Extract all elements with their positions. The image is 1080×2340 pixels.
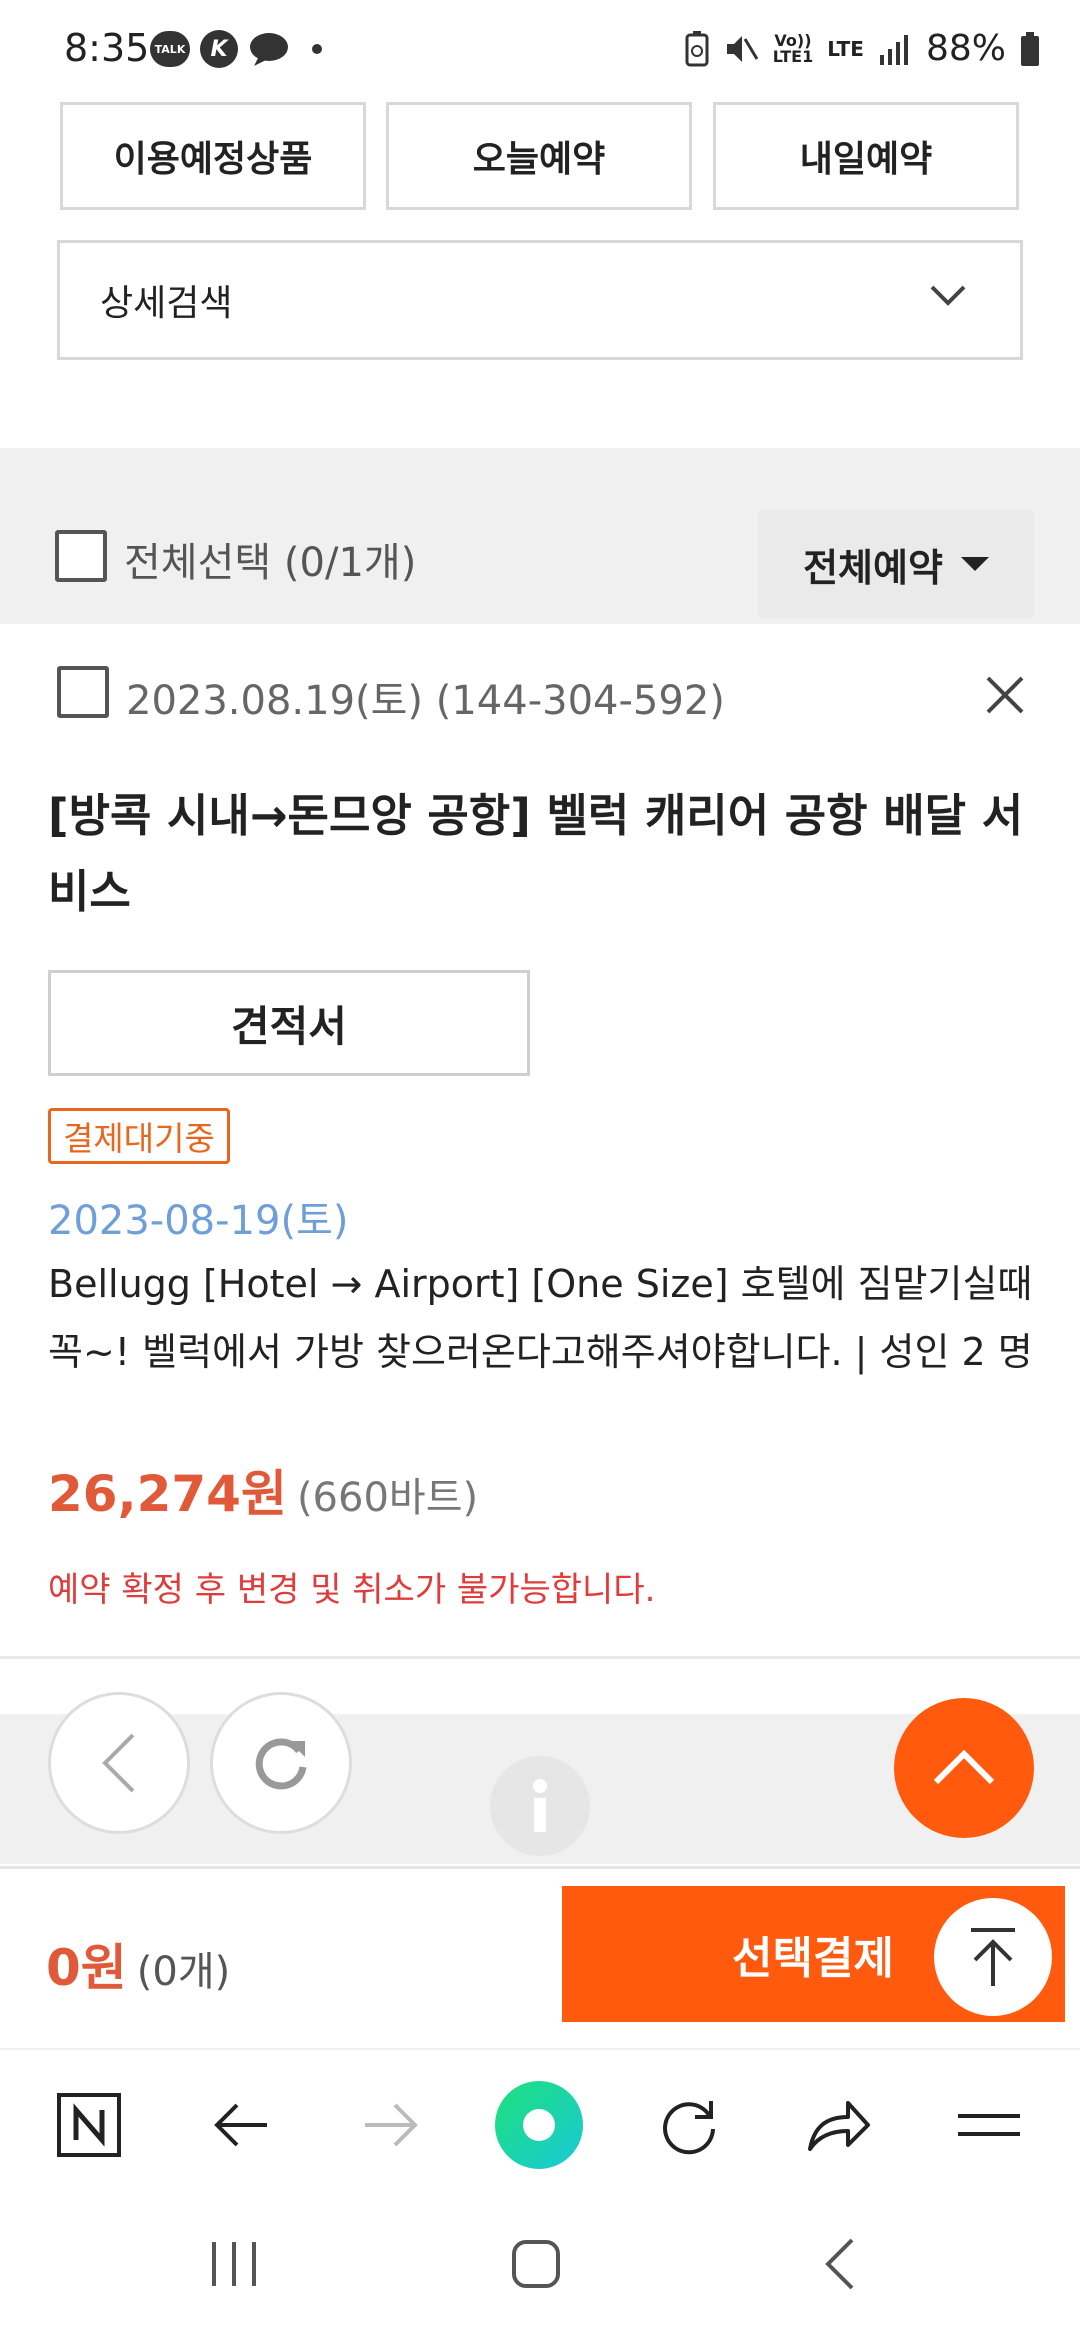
filter-today-button[interactable]: 오늘예약: [386, 102, 692, 210]
back-arrow-icon: [214, 2103, 267, 2147]
caret-down-icon: [960, 557, 989, 571]
recent-apps-button[interactable]: [206, 2238, 262, 2294]
reservation-filter-label: 전체예약: [803, 545, 943, 590]
page-refresh-button[interactable]: [210, 1692, 352, 1834]
info-icon: [533, 1779, 547, 1832]
chat-bubble-icon: [250, 33, 288, 66]
naver-n-icon: [57, 2093, 121, 2157]
usage-date: 2023-08-19(토): [48, 1198, 349, 1244]
status-bar: 8:35 TALK K Vo)) LTE1 LTE 88%: [0, 0, 1080, 100]
item-description: Bellugg [Hotel → Airport] [One Size] 호텔에…: [48, 1262, 1033, 1374]
arrow-up-to-top-icon: [971, 1928, 1015, 1986]
notification-icons: TALK K: [150, 30, 322, 68]
select-all-checkbox[interactable]: [55, 530, 107, 582]
system-status: Vo)) LTE1 LTE 88%: [685, 28, 1040, 69]
back-icon: [825, 2238, 854, 2290]
battery-icon: [1021, 31, 1039, 66]
cancel-notice: 예약 확정 후 변경 및 취소가 불가능합니다.: [48, 1570, 656, 1610]
scroll-to-top-button[interactable]: [934, 1898, 1052, 2016]
filter-tomorrow-button[interactable]: 내일예약: [713, 102, 1019, 210]
total-summary: 0원 (0개): [46, 1928, 230, 2000]
mute-icon: [726, 35, 758, 62]
share-icon: [808, 2101, 870, 2151]
price-line: 26,274원 (660바트): [48, 1454, 478, 1526]
page-back-button[interactable]: [48, 1692, 190, 1834]
green-dot-icon: [495, 2081, 583, 2169]
item-price-local: (660바트): [296, 1475, 479, 1521]
system-back-button[interactable]: [822, 2236, 858, 2296]
volte-indicator: Vo)) LTE1: [772, 30, 814, 66]
select-all-label: 전체선택 (0/1개): [124, 540, 417, 586]
naver-home-button[interactable]: [44, 2080, 134, 2170]
lte-indicator: LTE: [827, 36, 864, 61]
browser-reload-button[interactable]: [644, 2080, 734, 2170]
clock: 8:35: [64, 26, 150, 70]
status-badge: 결제대기중: [48, 1108, 230, 1164]
browser-forward-button[interactable]: [346, 2080, 436, 2170]
info-button[interactable]: [490, 1756, 590, 1856]
share-button[interactable]: [794, 2080, 884, 2170]
chevron-down-icon: [930, 285, 966, 306]
detail-search-label: 상세검색: [100, 283, 233, 324]
reservation-filter-dropdown[interactable]: 전체예약: [758, 510, 1034, 618]
close-icon[interactable]: [982, 672, 1028, 718]
home-icon: [512, 2240, 560, 2288]
k-app-icon: K: [200, 30, 238, 68]
recent-apps-icon: [212, 2242, 256, 2286]
item-price: 26,274원: [48, 1465, 287, 1523]
detail-search-dropdown[interactable]: 상세검색: [57, 240, 1023, 360]
divider: [0, 1656, 1080, 1659]
menu-button[interactable]: [944, 2080, 1034, 2170]
total-count: (0개): [136, 1949, 231, 1995]
browser-back-button[interactable]: [196, 2080, 286, 2170]
total-amount: 0원: [46, 1939, 127, 1997]
item-title[interactable]: [방콕 시내→돈므앙 공항] 벨럭 캐리어 공항 배달 서비스: [48, 778, 1038, 930]
signal-icon: [879, 34, 908, 65]
quote-button[interactable]: 견적서: [48, 970, 530, 1076]
kakaotalk-icon: TALK: [150, 31, 190, 67]
item-date-code: 2023.08.19(토) (144-304-592): [126, 678, 725, 724]
battery-percent: 88%: [925, 28, 1006, 69]
menu-icon: [958, 2114, 1020, 2136]
more-notifications-dot: [312, 44, 322, 54]
scroll-up-button[interactable]: [894, 1698, 1034, 1838]
item-checkbox[interactable]: [57, 666, 109, 718]
chevron-left-icon: [102, 1733, 135, 1793]
chevron-up-icon: [933, 1749, 995, 1785]
green-dot-button[interactable]: [494, 2080, 584, 2170]
reload-icon: [663, 2101, 715, 2155]
forward-arrow-icon: [365, 2103, 418, 2147]
filter-upcoming-button[interactable]: 이용예정상품: [60, 102, 366, 210]
home-button[interactable]: [510, 2238, 562, 2294]
battery-saver-icon: [685, 30, 709, 66]
refresh-icon: [255, 1738, 307, 1790]
